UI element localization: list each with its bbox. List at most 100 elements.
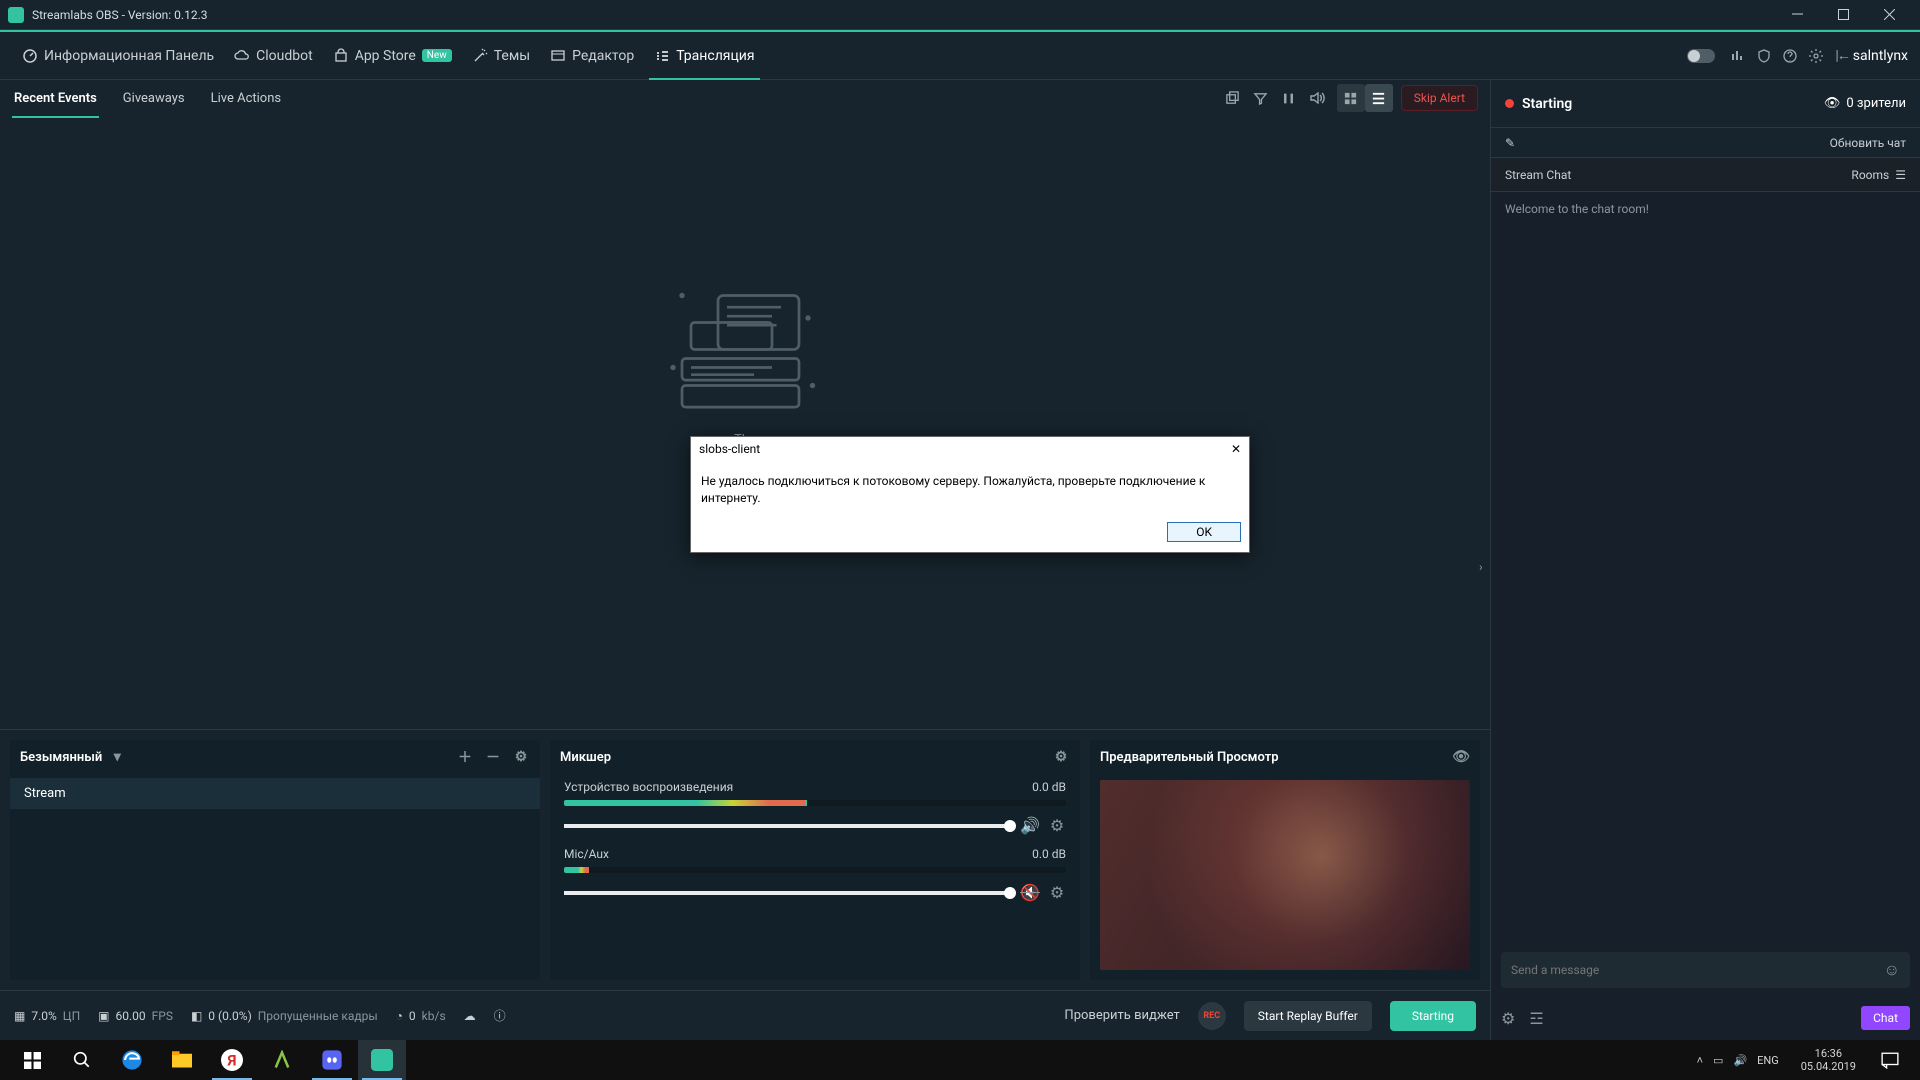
stat-bitrate: ◔0kb/s [396,1009,446,1023]
chat-header-title: Stream Chat [1505,168,1571,182]
taskbar-app1-icon[interactable] [258,1040,306,1080]
chat-input[interactable] [1511,963,1884,977]
help-icon[interactable] [1777,32,1803,79]
mute-alerts-icon[interactable] [1303,84,1331,112]
nav-live[interactable]: Трансляция [644,32,764,79]
taskbar-clock[interactable]: 16:36 05.04.2019 [1791,1047,1866,1073]
collapse-chat-icon[interactable]: › [1479,560,1483,574]
record-button[interactable]: REC [1198,1002,1226,1030]
mixer-ch2-slider[interactable] [564,891,1010,895]
user-menu[interactable]: |← salntlynx [1835,47,1908,64]
mixer-settings-icon[interactable]: ⚙ [1052,749,1070,765]
notifications-button[interactable] [1868,1040,1912,1080]
chat-settings-icon[interactable]: ⚙ [1501,1009,1515,1028]
username-label: salntlynx [1853,48,1908,64]
cloud-status-icon: ☁ [464,1009,476,1023]
taskbar-yandex-icon[interactable]: Я [208,1040,256,1080]
taskbar-slobs-icon[interactable] [358,1040,406,1080]
rooms-dropdown[interactable]: Rooms☰ [1851,168,1906,182]
preview-title: Предварительный Просмотр [1100,750,1279,765]
remove-source-button[interactable]: － [484,747,502,767]
nav-appstore[interactable]: App Store New [323,32,462,79]
taskbar-discord-icon[interactable] [308,1040,356,1080]
mixer-ch2-mute-icon[interactable]: 🔇 [1020,883,1038,902]
chat-viewers-icon[interactable]: ☲ [1529,1009,1543,1028]
stat-dropped: ◧0 (0.0%)Пропущенные кадры [191,1009,378,1023]
chat-messages: Welcome to the chat room! › [1491,192,1920,942]
mixer-ch1-slider[interactable] [564,824,1010,828]
test-widget-link[interactable]: Проверить виджет [1064,1008,1179,1023]
tab-live-actions[interactable]: Live Actions [209,85,284,112]
mixer-ch1-mute-icon[interactable]: 🔊 [1020,816,1038,835]
events-body: The [0,116,1490,730]
main-nav: Информационная Панель Cloudbot App Store… [0,32,1920,80]
taskbar-search-icon[interactable] [58,1040,106,1080]
shield-icon[interactable] [1751,32,1777,79]
dialog-ok-button[interactable]: OK [1167,522,1241,542]
filter-icon[interactable] [1247,84,1275,112]
app-logo-icon [8,7,24,23]
mixer-panel: Микшер⚙ Устройство воспроизведения0.0 dB… [550,740,1080,980]
scenes-panel: Безымянный ▾ ＋ － ⚙ Stream [10,740,540,980]
nav-live-label: Трансляция [676,48,754,64]
nav-dashboard[interactable]: Информационная Панель [12,32,224,79]
nav-cloudbot[interactable]: Cloudbot [224,32,323,79]
nav-cloudbot-label: Cloudbot [256,48,313,64]
scenes-dropdown-icon[interactable]: ▾ [108,749,126,765]
stat-info[interactable]: ⓘ [494,1007,506,1024]
pause-alerts-icon[interactable] [1275,84,1303,112]
status-dot-icon [1505,99,1514,108]
settings-icon[interactable] [1803,32,1829,79]
night-mode-toggle[interactable] [1687,49,1715,63]
nav-themes-label: Темы [494,48,530,64]
window-maximize-button[interactable] [1820,0,1866,30]
taskbar-edge-icon[interactable] [108,1040,156,1080]
mixer-ch1-db: 0.0 dB [1032,780,1066,794]
events-empty-placeholder: The [655,275,835,448]
logout-icon: |← [1835,48,1848,64]
nav-editor-label: Редактор [572,48,634,64]
mixer-title: Микшер [560,750,611,765]
nav-themes[interactable]: Темы [462,32,540,79]
emoji-icon[interactable]: ☺ [1884,960,1900,980]
nav-editor[interactable]: Редактор [540,32,644,79]
tray-volume-icon[interactable]: 🔊 [1733,1054,1747,1067]
source-row-stream[interactable]: Stream [10,778,540,809]
preview-viewport[interactable] [1100,780,1470,970]
svg-text:Я: Я [227,1052,237,1070]
add-source-button[interactable]: ＋ [456,747,474,767]
tray-chevron-icon[interactable]: ˄ [1697,1054,1703,1067]
popout-icon[interactable] [1219,84,1247,112]
edit-stream-info-icon[interactable]: ✎ [1505,136,1515,150]
status-footer: ▦7.0%ЦП ▣60.00FPS ◧0 (0.0%)Пропущенные к… [0,990,1490,1040]
mixer-channel-mic: Mic/Aux0.0 dB 🔇 ⚙ [550,841,1080,908]
window-minimize-button[interactable] [1774,0,1820,30]
dashboard-icon [22,48,38,64]
view-grid-icon[interactable] [1337,84,1365,112]
tray-lang[interactable]: ENG [1757,1054,1779,1067]
preview-visibility-icon[interactable]: 👁 [1452,749,1470,765]
stat-cloud[interactable]: ☁ [464,1009,476,1023]
start-button[interactable] [8,1040,56,1080]
replay-buffer-button[interactable]: Start Replay Buffer [1244,1001,1372,1031]
view-list-icon[interactable] [1365,84,1393,112]
mixer-ch2-settings-icon[interactable]: ⚙ [1048,883,1066,902]
scene-settings-icon[interactable]: ⚙ [512,749,530,765]
error-dialog: slobs-client ✕ Не удалось подключиться к… [690,436,1250,553]
mixer-ch1-settings-icon[interactable]: ⚙ [1048,816,1066,835]
system-tray[interactable]: ˄ ▭ 🔊 ENG [1687,1054,1789,1067]
skip-alert-button[interactable]: Skip Alert [1401,85,1478,111]
tray-network-icon[interactable]: ▭ [1713,1054,1723,1067]
tab-giveaways[interactable]: Giveaways [121,85,187,112]
window-close-button[interactable] [1866,0,1912,30]
chat-send-button[interactable]: Chat [1861,1006,1910,1030]
taskbar-explorer-icon[interactable] [158,1040,206,1080]
refresh-chat-link[interactable]: Обновить чат [1830,136,1906,150]
metrics-icon[interactable] [1725,32,1751,79]
dialog-close-icon[interactable]: ✕ [1231,442,1241,456]
tab-recent-events[interactable]: Recent Events [12,85,99,112]
new-badge: New [422,49,452,62]
go-live-button[interactable]: Starting [1390,1001,1476,1031]
nav-appstore-label: App Store [355,48,416,64]
stream-status: Starting [1505,96,1572,112]
